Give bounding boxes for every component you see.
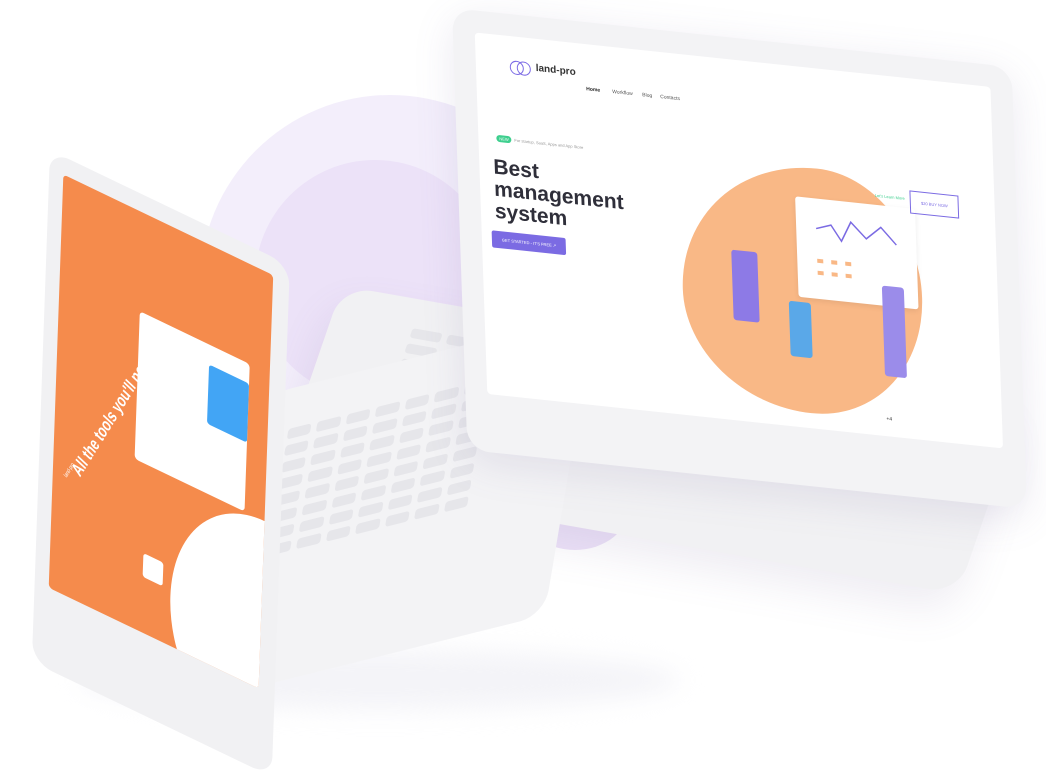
right-laptop-screen: land-pro Home Workflow Blog Contacts NEW… [474,32,1004,449]
nav-contacts[interactable]: Contacts [660,94,680,102]
illustration-child-figure [788,300,813,359]
corner-mark: +4 [886,416,893,423]
white-wave-shape [166,477,274,689]
buy-now-button[interactable]: $20 BUY NOW [909,190,960,219]
tagline: For startup, SaaS, Apps and App Store [514,137,584,150]
device-mockup-scene: land-pro All the tools you'll need land-… [0,0,1046,779]
get-started-button[interactable]: GET STARTED - IT'S FREE ↗ [491,230,567,256]
nav-home[interactable]: Home [586,86,600,93]
illustration-man-figure [731,249,760,323]
left-laptop-screen: land-pro All the tools you'll need [48,174,274,689]
brand-name: land-pro [535,62,576,79]
left-laptop-keyboard [267,379,489,557]
illustration-woman-figure [881,285,907,379]
top-nav: land-pro Home Workflow Blog Contacts [495,55,972,135]
nav-workflow[interactable]: Workflow [612,89,633,97]
hero-headline: Best management system [492,155,625,231]
right-laptop-lid: land-pro Home Workflow Blog Contacts NEW… [452,8,1028,510]
new-badge: NEW [496,134,512,144]
nav-blog[interactable]: Blog [642,92,652,99]
left-cta-button[interactable] [142,553,164,587]
